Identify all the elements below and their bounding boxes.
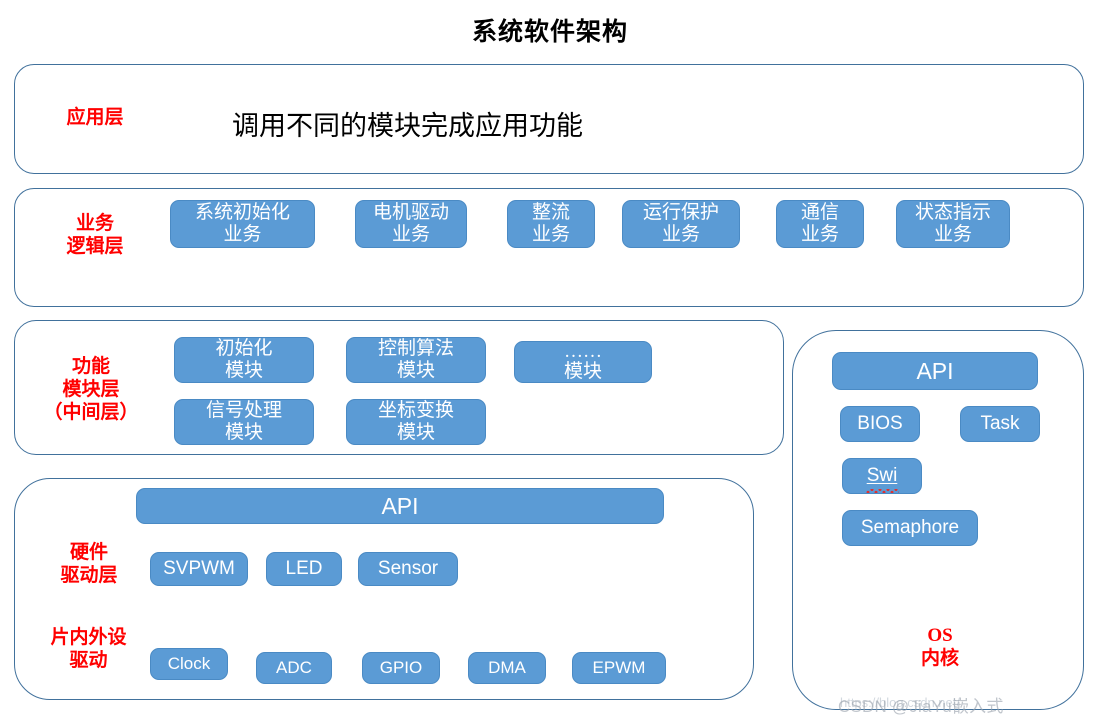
peripheral-chip[interactable]: Clock <box>150 648 228 680</box>
hardware-api-bar[interactable]: API <box>136 488 664 524</box>
business-module-chip[interactable]: 电机驱动 业务 <box>355 200 467 248</box>
business-module-chip[interactable]: 状态指示 业务 <box>896 200 1010 248</box>
business-module-chip[interactable]: 系统初始化 业务 <box>170 200 315 248</box>
layer-label-business-logic: 业务 逻辑层 <box>66 213 124 258</box>
function-module-chip[interactable]: 初始化 模块 <box>174 337 314 383</box>
hardware-driver-chip[interactable]: SVPWM <box>150 552 248 586</box>
peripheral-chip[interactable]: ADC <box>256 652 332 684</box>
peripheral-chip[interactable]: DMA <box>468 652 546 684</box>
function-module-chip[interactable]: 坐标变换 模块 <box>346 399 486 445</box>
os-component-chip[interactable]: Semaphore <box>842 510 978 546</box>
function-module-chip[interactable]: 控制算法 模块 <box>346 337 486 383</box>
layer-label-os-kernel: OS 内核 <box>920 625 959 670</box>
function-module-chip[interactable]: …… 模块 <box>514 341 652 383</box>
business-module-chip[interactable]: 通信 业务 <box>776 200 864 248</box>
watermark-text: CSDN @JiaYu嵌入式 <box>838 697 1004 716</box>
os-component-chip[interactable]: BIOS <box>840 406 920 442</box>
application-layer-caption: 调用不同的模块完成应用功能 <box>232 111 583 141</box>
business-module-chip[interactable]: 整流 业务 <box>507 200 595 248</box>
function-module-chip[interactable]: 信号处理 模块 <box>174 399 314 445</box>
hardware-driver-chip[interactable]: LED <box>266 552 342 586</box>
os-api-bar[interactable]: API <box>832 352 1038 390</box>
page-title: 系统软件架构 <box>471 19 628 46</box>
os-component-chip[interactable]: Swi <box>842 458 922 494</box>
hardware-driver-chip[interactable]: Sensor <box>358 552 458 586</box>
misspelled-word: Swi <box>865 465 899 493</box>
peripheral-chip[interactable]: GPIO <box>362 652 440 684</box>
layer-label-peripheral-driver: 片内外设 驱动 <box>50 627 127 672</box>
layer-label-hardware-driver: 硬件 驱动层 <box>60 542 118 587</box>
peripheral-chip[interactable]: EPWM <box>572 652 666 684</box>
layer-label-function-module: 功能 模块层 （中间层） <box>43 356 139 424</box>
layer-label-application: 应用层 <box>66 107 124 128</box>
business-module-chip[interactable]: 运行保护 业务 <box>622 200 740 248</box>
os-component-chip[interactable]: Task <box>960 406 1040 442</box>
